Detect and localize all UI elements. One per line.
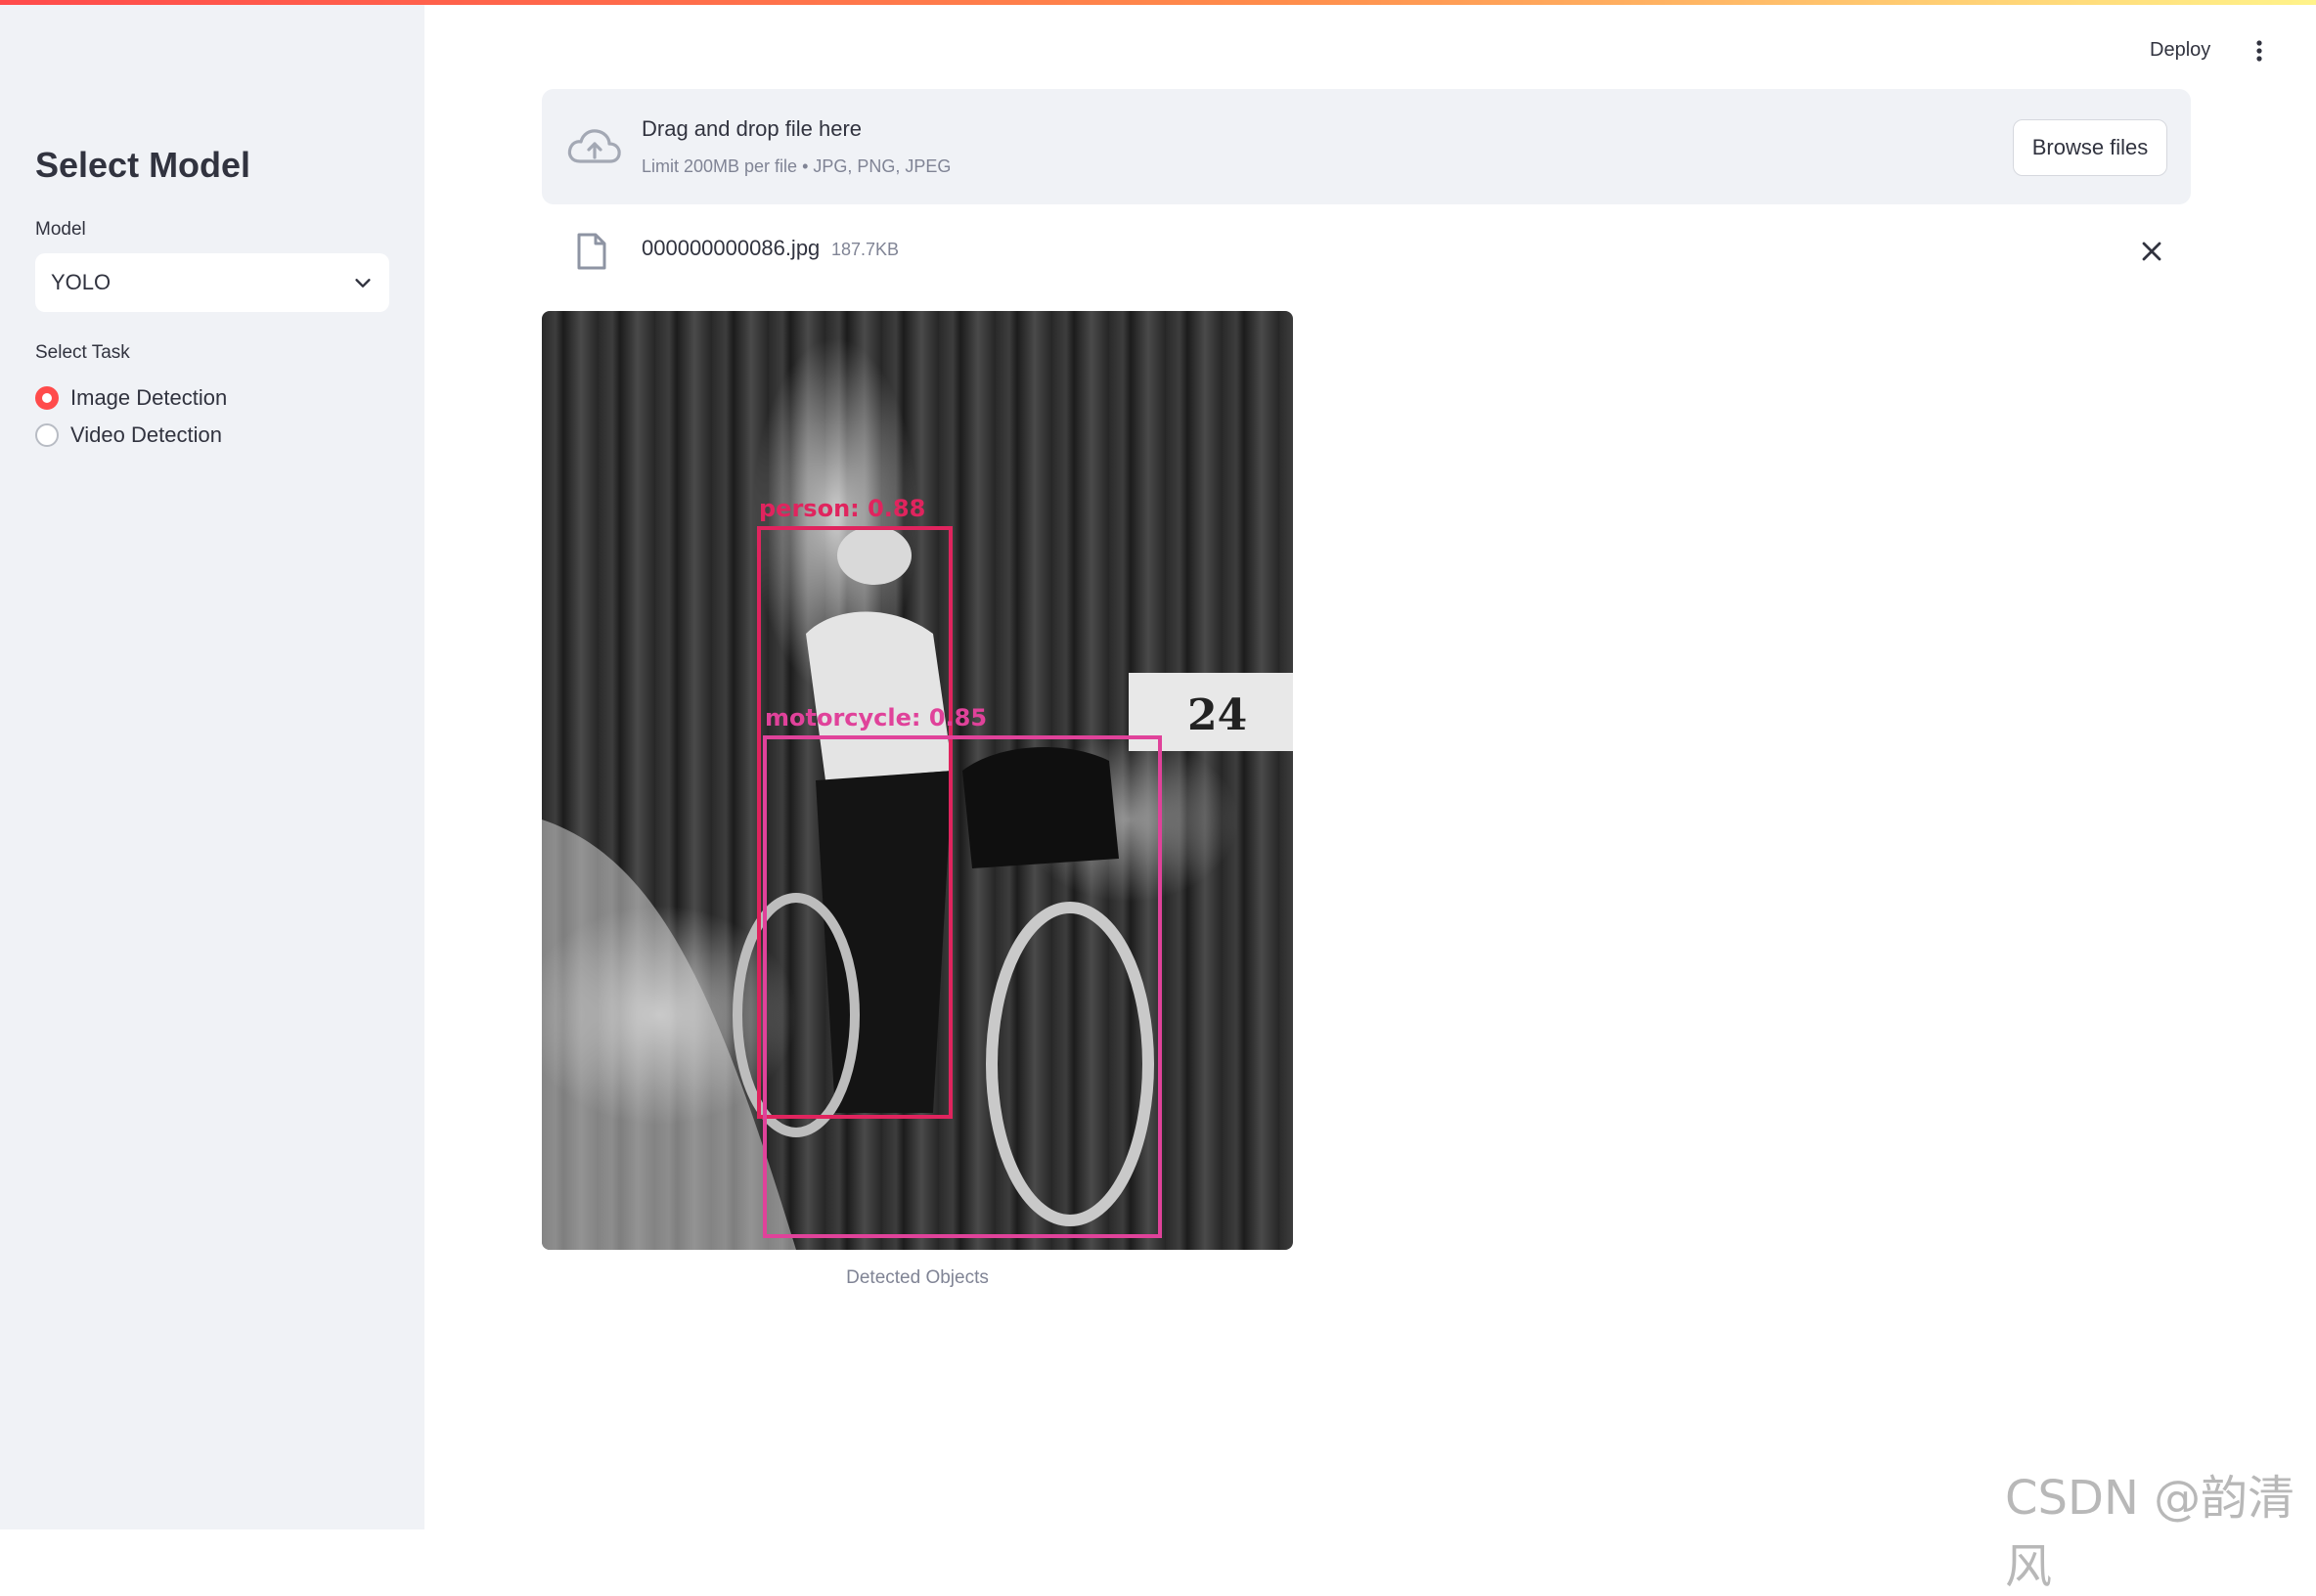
- saddlebag-shape: [962, 747, 1119, 868]
- cloud-upload-icon: [567, 129, 621, 163]
- image-caption: Detected Objects: [846, 1267, 989, 1288]
- radio-label: Image Detection: [70, 385, 228, 410]
- person-cap-shape: [837, 526, 912, 585]
- person-shirt-shape: [806, 611, 953, 780]
- detection-result-image: 24 person: 0.88 motorcycle: 0.85: [542, 311, 1293, 1250]
- task-label: Select Task: [35, 342, 130, 363]
- radio-image-detection[interactable]: Image Detection: [35, 385, 227, 411]
- radio-selected-indicator: [35, 386, 59, 410]
- watermark-text: CSDN @韵清风: [2005, 1471, 2295, 1594]
- dropzone-title: Drag and drop file here: [642, 116, 863, 141]
- motorcycle-detection-label: motorcycle: 0.85: [765, 704, 987, 732]
- browse-files-button[interactable]: Browse files: [2013, 119, 2167, 176]
- model-label: Model: [35, 219, 86, 240]
- sidebar-title: Select Model: [35, 145, 251, 185]
- kebab-menu-icon[interactable]: [2251, 39, 2267, 63]
- uploaded-file-size: 187.7KB: [831, 240, 900, 259]
- person-detection-label: person: 0.88: [759, 495, 925, 522]
- sidebar: Select Model Model YOLO Select Task Imag…: [0, 0, 424, 1530]
- dropzone-subtitle: Limit 200MB per file • JPG, PNG, JPEG: [642, 156, 952, 176]
- radio-video-detection[interactable]: Video Detection: [35, 422, 222, 448]
- model-select-value: YOLO: [51, 270, 111, 294]
- rear-wheel-shape: [986, 902, 1154, 1226]
- top-decoration-bar: [0, 0, 2316, 5]
- close-icon[interactable]: [2140, 240, 2163, 263]
- sign-number: 24: [1187, 690, 1247, 740]
- radio-unselected-indicator: [35, 423, 59, 447]
- uploaded-file-name: 000000000086.jpg: [642, 236, 821, 260]
- file-dropzone[interactable]: Drag and drop file here Limit 200MB per …: [542, 89, 2191, 204]
- file-icon: [577, 233, 606, 270]
- model-select[interactable]: YOLO: [35, 253, 389, 312]
- detection-overlay: 24 person: 0.88 motorcycle: 0.85: [542, 495, 1293, 1250]
- deploy-button[interactable]: Deploy: [2150, 39, 2210, 62]
- radio-label: Video Detection: [70, 422, 222, 447]
- person-legs-shape: [816, 771, 953, 1113]
- chevron-down-icon: [355, 279, 371, 288]
